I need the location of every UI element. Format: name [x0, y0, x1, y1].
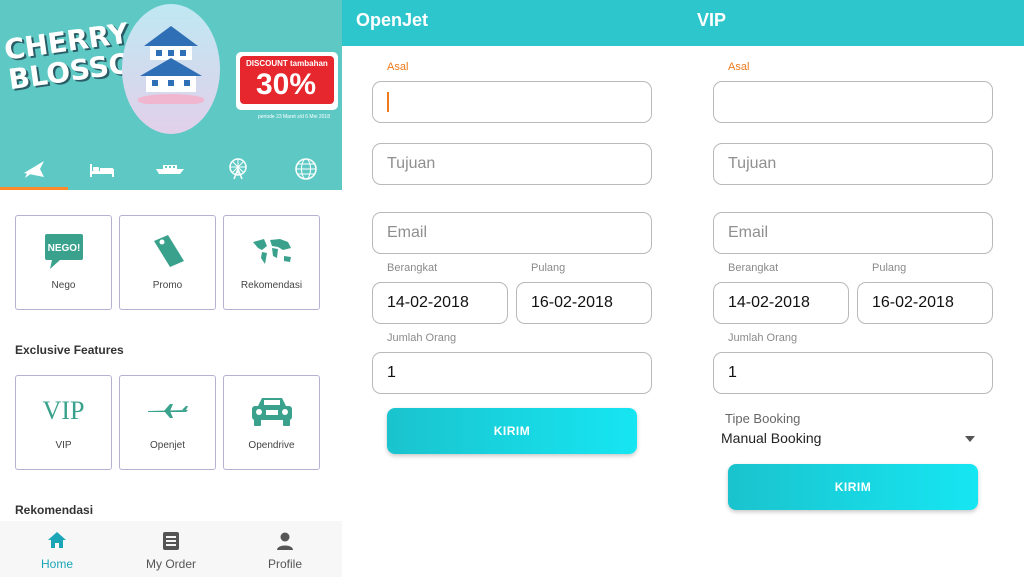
tile-label-rekomendasi: Rekomendasi: [240, 280, 303, 291]
berangkat-label: Berangkat: [728, 262, 779, 274]
tile-label-promo: Promo: [152, 280, 183, 291]
rekomendasi-heading: Rekomendasi: [15, 503, 94, 517]
car-icon: [251, 398, 292, 426]
tipe-booking-label: Tipe Booking: [725, 411, 801, 426]
home-icon: [48, 532, 66, 548]
promo-banner[interactable]: CHERRY BLOSSOM DISCOUNT tambahan 30% per…: [0, 0, 342, 148]
order-list-icon: [163, 532, 179, 550]
home-screen: CHERRY BLOSSOM DISCOUNT tambahan 30% per…: [0, 0, 342, 577]
promo-period: periode 23 Maret s/d 6 Mei 2018: [258, 114, 330, 120]
vip-logo-icon: VIP: [42, 396, 85, 425]
promo-tag-icon: [153, 235, 184, 267]
nav-home-label: Home: [40, 557, 73, 571]
tipe-booking-select[interactable]: Manual Booking: [721, 430, 821, 446]
asal-input[interactable]: [372, 81, 652, 123]
jumlah-orang-input[interactable]: [713, 352, 993, 394]
category-active-indicator: [0, 187, 68, 190]
tile-label-openjet: Openjet: [149, 440, 186, 451]
bed-icon: [90, 164, 114, 177]
feature-tile-vip[interactable]: VIP VIP: [15, 375, 112, 470]
page-title: OpenJet: [356, 10, 429, 30]
email-input[interactable]: [372, 212, 652, 254]
discount-badge: DISCOUNT tambahan 30%: [236, 52, 338, 110]
kirim-button[interactable]: KIRIM: [387, 408, 637, 454]
tile-label-vip: VIP: [55, 440, 72, 451]
pulang-label: Pulang: [531, 262, 566, 274]
vip-app-bar: VIP: [683, 0, 1024, 46]
vip-screen: VIP Asal Berangkat Pulang Jumlah Orang T…: [683, 0, 1024, 577]
feature-tile-opendrive[interactable]: Opendrive: [223, 375, 320, 470]
jumlah-orang-label: Jumlah Orang: [387, 332, 457, 344]
category-tab-tour[interactable]: [272, 148, 340, 190]
menu-tile-rekomendasi[interactable]: Rekomendasi: [223, 215, 320, 310]
openjet-app-bar: OpenJet: [342, 0, 683, 46]
feature-tile-openjet[interactable]: Openjet: [119, 375, 216, 470]
tujuan-input[interactable]: [372, 143, 652, 185]
globe-icon: [295, 158, 317, 180]
bottom-nav: Home My Order Profile: [0, 521, 342, 577]
kirim-button[interactable]: KIRIM: [728, 464, 978, 510]
category-tab-flight[interactable]: [0, 148, 68, 190]
berangkat-label: Berangkat: [387, 262, 438, 274]
asal-label: Asal: [728, 61, 750, 73]
banner-title: CHERRY BLOSSOM: [2, 17, 162, 97]
tile-label-opendrive: Opendrive: [248, 440, 295, 451]
nav-my-order-label: My Order: [145, 557, 196, 571]
pulang-date-input[interactable]: [857, 282, 993, 324]
berangkat-date-input[interactable]: [372, 282, 508, 324]
airplane-icon: [24, 161, 44, 178]
discount-value: 30%: [256, 68, 317, 101]
asal-input[interactable]: [713, 81, 993, 123]
category-tab-cruise[interactable]: [136, 148, 204, 190]
pulang-label: Pulang: [872, 262, 907, 274]
category-tab-hotel[interactable]: [68, 148, 136, 190]
asal-label: Asal: [387, 61, 409, 73]
nav-my-order[interactable]: My Order: [114, 521, 228, 577]
jumlah-orang-label: Jumlah Orang: [728, 332, 798, 344]
castle-icon: [138, 26, 204, 104]
jet-icon: [147, 404, 188, 418]
page-title: VIP: [697, 10, 727, 30]
chevron-down-icon[interactable]: [965, 436, 975, 442]
tujuan-input[interactable]: [713, 143, 993, 185]
nav-profile[interactable]: Profile: [228, 521, 342, 577]
jumlah-orang-input[interactable]: [372, 352, 652, 394]
ship-icon: [156, 165, 184, 174]
text-cursor: [387, 92, 389, 112]
nego-bubble-text: NEGO!: [47, 243, 80, 254]
category-tab-attraction[interactable]: [204, 148, 272, 190]
discount-label: DISCOUNT tambahan: [246, 59, 328, 68]
nav-profile-label: Profile: [267, 557, 302, 571]
email-input[interactable]: [713, 212, 993, 254]
nav-home[interactable]: Home: [0, 521, 114, 577]
pulang-date-input[interactable]: [516, 282, 652, 324]
tile-label-nego: Nego: [51, 280, 76, 291]
ferris-wheel-icon: [229, 158, 247, 180]
menu-tile-nego[interactable]: NEGO! Nego: [15, 215, 112, 310]
exclusive-features-heading: Exclusive Features: [15, 343, 124, 357]
nego-bubble-icon: NEGO!: [44, 234, 83, 269]
world-map-icon: [252, 239, 291, 264]
castle-illustration: [122, 4, 220, 134]
berangkat-date-input[interactable]: [713, 282, 849, 324]
person-icon: [277, 532, 293, 550]
openjet-screen: OpenJet Asal Berangkat Pulang Jumlah Ora…: [342, 0, 683, 577]
category-tabs: [0, 148, 342, 190]
menu-tile-promo[interactable]: Promo: [119, 215, 216, 310]
